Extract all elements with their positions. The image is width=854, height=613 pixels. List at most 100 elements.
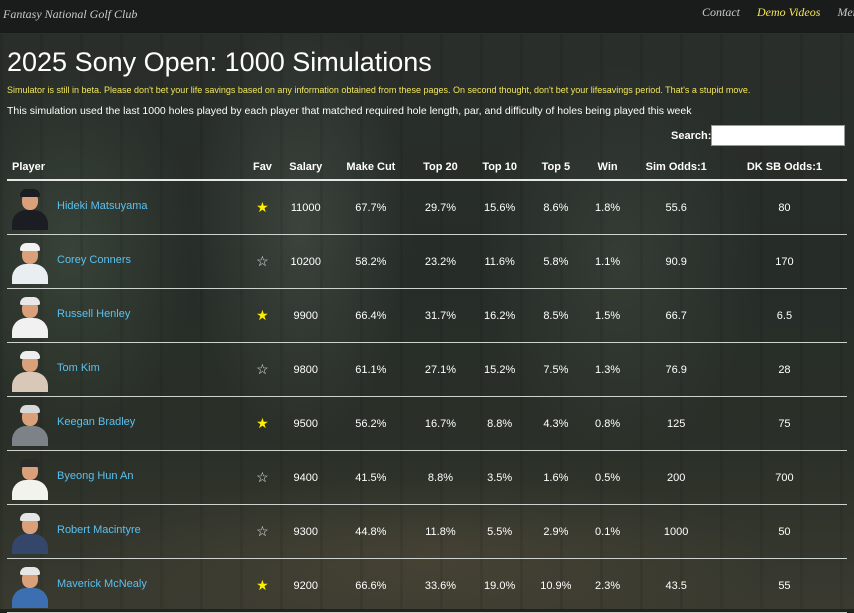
table-header-row: Player Fav Salary Make Cut Top 20 Top 10… [7, 155, 847, 181]
player-headshot [11, 564, 49, 608]
player-headshot [11, 294, 49, 338]
favorite-star-icon[interactable]: ★ [256, 307, 269, 323]
player-headshot [11, 402, 49, 446]
favorite-star-icon[interactable]: ☆ [256, 253, 269, 269]
make-cut-cell: 61.1% [333, 342, 409, 397]
top-5-cell: 4.3% [527, 396, 585, 451]
sim-odds-cell: 43.5 [630, 558, 722, 613]
player-headshot [11, 186, 49, 230]
sim-odds-cell: 55.6 [630, 180, 722, 235]
player-headshot [11, 348, 49, 392]
favorite-star-icon[interactable]: ☆ [256, 469, 269, 485]
fav-cell: ★ [246, 558, 279, 613]
sim-odds-cell: 125 [630, 396, 722, 451]
column-header-win[interactable]: Win [584, 155, 631, 181]
column-header-sim-odds[interactable]: Sim Odds:1 [630, 155, 722, 181]
player-name-link[interactable]: Hideki Matsuyama [57, 200, 147, 212]
favorite-star-icon[interactable]: ☆ [256, 361, 269, 377]
top-20-cell: 23.2% [408, 234, 473, 289]
top-5-cell: 10.9% [527, 558, 585, 613]
player-headshot [11, 456, 49, 500]
top-5-cell: 8.6% [527, 180, 585, 235]
column-header-player[interactable]: Player [7, 155, 247, 181]
nav-link-demo-videos[interactable]: Demo Videos [757, 5, 820, 19]
player-cell: Keegan Bradley [7, 396, 247, 451]
player-name-link[interactable]: Tom Kim [57, 362, 100, 374]
player-cell: Hideki Matsuyama [7, 180, 247, 235]
player-name-link[interactable]: Keegan Bradley [57, 416, 135, 428]
table-row: Corey Conners ☆ 10200 58.2% 23.2% 11.6% … [7, 234, 847, 289]
favorite-star-icon[interactable]: ☆ [256, 523, 269, 539]
column-header-salary[interactable]: Salary [278, 155, 334, 181]
fav-cell: ☆ [246, 234, 279, 289]
player-name-link[interactable]: Russell Henley [57, 308, 130, 320]
top-20-cell: 33.6% [408, 558, 473, 613]
nav-link-contact[interactable]: Contact [702, 5, 740, 19]
column-header-make-cut[interactable]: Make Cut [333, 155, 409, 181]
dk-sb-odds-cell: 170 [721, 234, 847, 289]
favorite-star-icon[interactable]: ★ [256, 415, 269, 431]
salary-cell: 9900 [278, 288, 334, 343]
column-header-top-10[interactable]: Top 10 [472, 155, 527, 181]
player-headshot [11, 510, 49, 554]
win-cell: 0.5% [584, 450, 631, 505]
fav-cell: ☆ [246, 450, 279, 505]
sim-odds-cell: 1000 [630, 504, 722, 559]
simulation-description: This simulation used the last 1000 holes… [7, 105, 692, 117]
make-cut-cell: 58.2% [333, 234, 409, 289]
make-cut-cell: 44.8% [333, 504, 409, 559]
player-headshot [11, 240, 49, 284]
table-body: Hideki Matsuyama ★ 11000 67.7% 29.7% 15.… [7, 180, 847, 613]
simulation-table: Player Fav Salary Make Cut Top 20 Top 10… [7, 155, 847, 613]
salary-cell: 9800 [278, 342, 334, 397]
player-name-link[interactable]: Robert Macintyre [57, 524, 141, 536]
favorite-star-icon[interactable]: ★ [256, 577, 269, 593]
column-header-top-5[interactable]: Top 5 [527, 155, 585, 181]
top-5-cell: 5.8% [527, 234, 585, 289]
table-row: Russell Henley ★ 9900 66.4% 31.7% 16.2% … [7, 288, 847, 343]
salary-cell: 10200 [278, 234, 334, 289]
top-10-cell: 15.6% [472, 180, 527, 235]
player-name-link[interactable]: Corey Conners [57, 254, 131, 266]
column-header-fav[interactable]: Fav [246, 155, 279, 181]
top-10-cell: 15.2% [472, 342, 527, 397]
table-row: Keegan Bradley ★ 9500 56.2% 16.7% 8.8% 4… [7, 396, 847, 451]
nav-link-menu[interactable]: Menu [837, 5, 854, 19]
make-cut-cell: 67.7% [333, 180, 409, 235]
beta-warning: Simulator is still in beta. Please don't… [7, 85, 751, 95]
site-brand[interactable]: Fantasy National Golf Club [3, 7, 137, 22]
column-header-dk-sb-odds[interactable]: DK SB Odds:1 [721, 155, 847, 181]
win-cell: 1.8% [584, 180, 631, 235]
make-cut-cell: 56.2% [333, 396, 409, 451]
top-20-cell: 31.7% [408, 288, 473, 343]
top-10-cell: 3.5% [472, 450, 527, 505]
salary-cell: 9300 [278, 504, 334, 559]
page-title: 2025 Sony Open: 1000 Simulations [7, 47, 432, 77]
top-10-cell: 11.6% [472, 234, 527, 289]
column-header-top-20[interactable]: Top 20 [408, 155, 473, 181]
player-name-link[interactable]: Byeong Hun An [57, 470, 133, 482]
make-cut-cell: 41.5% [333, 450, 409, 505]
fav-cell: ★ [246, 288, 279, 343]
top-5-cell: 1.6% [527, 450, 585, 505]
search-input[interactable] [711, 125, 845, 146]
win-cell: 0.8% [584, 396, 631, 451]
player-cell: Byeong Hun An [7, 450, 247, 505]
table-row: Tom Kim ☆ 9800 61.1% 27.1% 15.2% 7.5% 1.… [7, 342, 847, 397]
dk-sb-odds-cell: 80 [721, 180, 847, 235]
sim-odds-cell: 76.9 [630, 342, 722, 397]
dk-sb-odds-cell: 700 [721, 450, 847, 505]
dk-sb-odds-cell: 55 [721, 558, 847, 613]
top-5-cell: 7.5% [527, 342, 585, 397]
win-cell: 1.3% [584, 342, 631, 397]
player-name-link[interactable]: Maverick McNealy [57, 578, 147, 590]
win-cell: 2.3% [584, 558, 631, 613]
win-cell: 0.1% [584, 504, 631, 559]
top-20-cell: 29.7% [408, 180, 473, 235]
nav-menu: Contact Demo Videos Menu [702, 5, 854, 20]
dk-sb-odds-cell: 75 [721, 396, 847, 451]
table-row: Hideki Matsuyama ★ 11000 67.7% 29.7% 15.… [7, 180, 847, 235]
favorite-star-icon[interactable]: ★ [256, 199, 269, 215]
salary-cell: 11000 [278, 180, 334, 235]
top-20-cell: 27.1% [408, 342, 473, 397]
